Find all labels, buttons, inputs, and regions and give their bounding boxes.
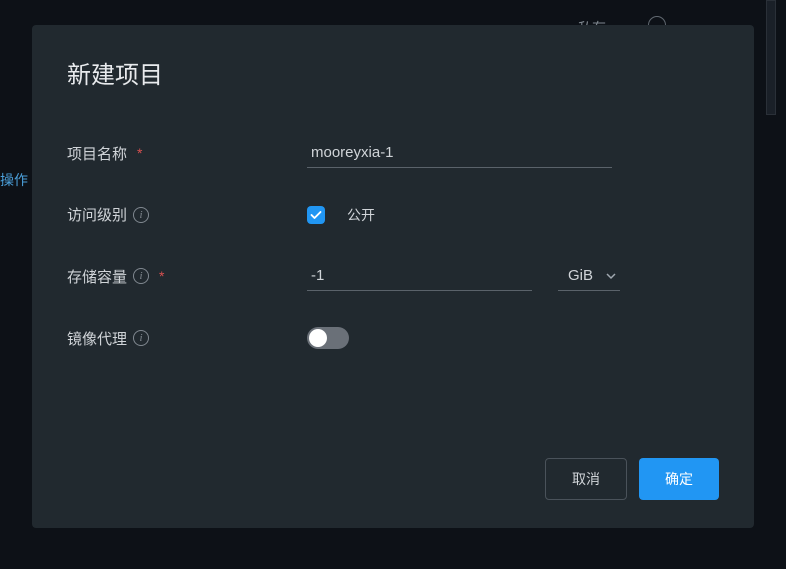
required-marker: * — [159, 268, 164, 284]
bg-operation-text: 操作 — [0, 170, 28, 190]
new-project-modal: 新建项目 项目名称 * 访问级别 i 公开 — [32, 25, 754, 528]
bg-panel — [766, 0, 776, 115]
modal-footer: 取消 确定 — [67, 458, 719, 500]
field-storage: 存储容量 i * GiB — [67, 261, 719, 291]
check-icon — [310, 209, 322, 221]
info-icon[interactable]: i — [133, 207, 149, 223]
label-proxy: 镜像代理 — [67, 328, 127, 349]
chevron-down-icon — [606, 271, 616, 281]
label-storage: 存储容量 — [67, 266, 127, 287]
required-marker: * — [137, 145, 142, 161]
info-icon[interactable]: i — [133, 268, 149, 284]
unit-value: GiB — [568, 267, 593, 284]
unit-select[interactable]: GiB — [558, 261, 620, 291]
confirm-button[interactable]: 确定 — [639, 458, 719, 500]
public-checkbox[interactable] — [307, 206, 325, 224]
info-icon[interactable]: i — [133, 330, 149, 346]
public-label: 公开 — [347, 205, 375, 225]
storage-input[interactable] — [307, 261, 532, 291]
field-project-name: 项目名称 * — [67, 138, 719, 168]
cancel-button[interactable]: 取消 — [545, 458, 627, 500]
field-proxy: 镜像代理 i — [67, 327, 719, 349]
toggle-knob — [309, 329, 327, 347]
proxy-toggle[interactable] — [307, 327, 349, 349]
label-project-name: 项目名称 — [67, 143, 127, 164]
project-form: 项目名称 * 访问级别 i 公开 存储容量 i — [67, 138, 719, 458]
modal-title: 新建项目 — [67, 55, 719, 90]
label-access-level: 访问级别 — [67, 204, 127, 225]
project-name-input[interactable] — [307, 138, 612, 168]
field-access-level: 访问级别 i 公开 — [67, 204, 719, 225]
